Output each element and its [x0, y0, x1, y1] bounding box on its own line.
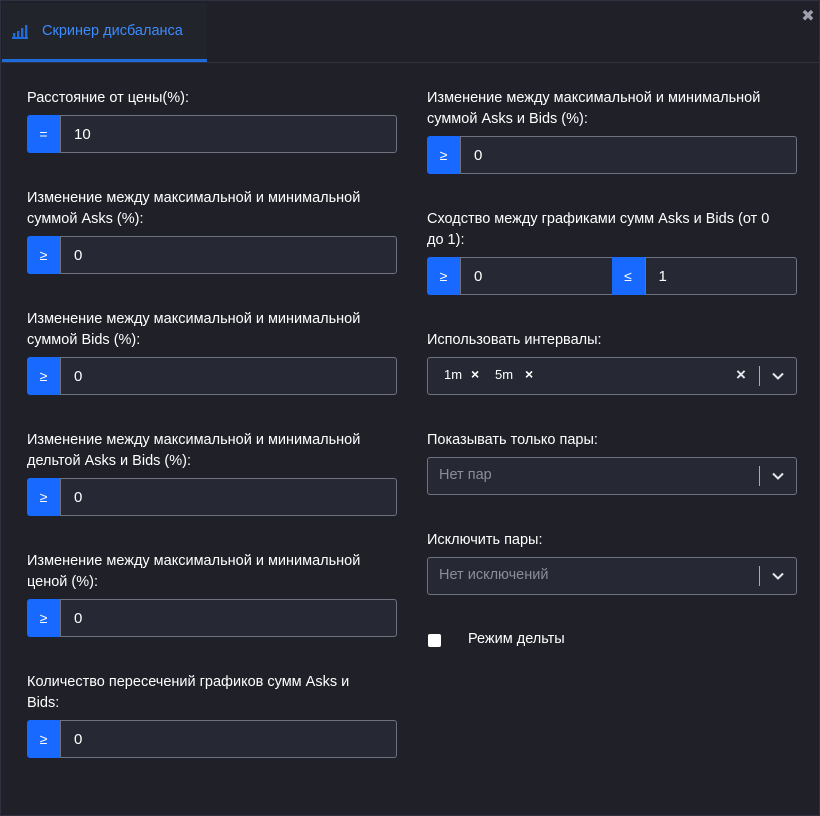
chevron-down-icon[interactable]: [771, 569, 785, 583]
price-change-label-line1: Изменение между максимальной и минимальн…: [27, 553, 361, 569]
tab-label: Скринер дисбаланса: [42, 23, 183, 39]
interval-chip-1m: 1m: [444, 367, 463, 382]
asks-change-field: ≥ 0: [27, 236, 397, 274]
delta-mode-checkbox[interactable]: [428, 634, 441, 647]
tab-imbalance-screener[interactable]: Скринер дисбаланса: [2, 3, 207, 62]
bids-change-label: Изменение между максимальной и минимальн…: [27, 309, 360, 351]
delta-change-label-line2: дельтой Asks и Bids (%):: [27, 453, 191, 469]
delta-change-label-line1: Изменение между максимальной и минимальн…: [27, 432, 361, 448]
crossings-label-line2: Bids:: [27, 695, 60, 711]
asks-bids-change-label-line2: суммой Asks и Bids (%):: [427, 111, 588, 127]
exclude-pairs-label: Исключить пары:: [427, 532, 543, 548]
divider: [759, 466, 760, 486]
chevron-down-icon[interactable]: [771, 469, 785, 483]
price-change-input[interactable]: 0: [60, 599, 397, 637]
exclude-pairs-select[interactable]: Нет исключений: [427, 557, 797, 595]
price-distance-field: = 10: [27, 115, 397, 153]
asks-change-input[interactable]: 0: [60, 236, 397, 274]
asks-change-label-line1: Изменение между максимальной и минимальн…: [27, 190, 361, 206]
delta-change-operator[interactable]: ≥: [27, 478, 60, 516]
only-pairs-label: Показывать только пары:: [427, 432, 598, 448]
delta-change-input[interactable]: 0: [60, 478, 397, 516]
asks-change-operator[interactable]: ≥: [27, 236, 60, 274]
similarity-label: Сходство между графиками сумм Asks и Bid…: [427, 209, 769, 251]
bids-change-field: ≥ 0: [27, 357, 397, 395]
delta-change-label: Изменение между максимальной и минимальн…: [27, 430, 360, 472]
asks-bids-change-label-line1: Изменение между максимальной и минимальн…: [427, 90, 761, 106]
bids-change-label-line2: суммой Bids (%):: [27, 332, 141, 348]
asks-change-label-line2: суммой Asks (%):: [27, 211, 144, 227]
price-distance-label: Расстояние от цены(%):: [27, 90, 189, 106]
delta-mode-label: Режим дельты: [468, 631, 565, 647]
exclude-pairs-placeholder: Нет исключений: [439, 567, 549, 583]
intervals-multiselect[interactable]: 1m × 5m × ×: [427, 357, 797, 395]
asks-bids-change-field: ≥ 0: [427, 136, 797, 174]
price-change-label-line2: ценой (%):: [27, 574, 98, 590]
crossings-operator[interactable]: ≥: [27, 720, 60, 758]
remove-1m-icon[interactable]: ×: [471, 366, 479, 382]
bids-change-operator[interactable]: ≥: [27, 357, 60, 395]
divider: [759, 366, 760, 386]
crossings-label-line1: Количество пересечений графиков сумм Ask…: [27, 674, 350, 690]
interval-chip-5m: 5m: [495, 367, 514, 382]
crossings-input[interactable]: 0: [60, 720, 397, 758]
asks-bids-change-label: Изменение между максимальной и минимальн…: [427, 88, 760, 130]
intervals-label: Использовать интервалы:: [427, 332, 602, 348]
similarity-max-operator[interactable]: ≤: [611, 257, 645, 295]
only-pairs-placeholder: Нет пар: [439, 467, 492, 483]
crossings-label: Количество пересечений графиков сумм Ask…: [27, 672, 349, 714]
asks-change-label: Изменение между максимальной и минимальн…: [27, 188, 360, 230]
asks-bids-change-input[interactable]: 0: [460, 136, 797, 174]
delta-change-field: ≥ 0: [27, 478, 397, 516]
bar-chart-icon: [12, 25, 28, 39]
similarity-min-input[interactable]: 0: [460, 257, 612, 295]
similarity-label-line1: Сходство между графиками сумм Asks и Bid…: [427, 211, 770, 227]
only-pairs-select[interactable]: Нет пар: [427, 457, 797, 495]
chevron-down-icon[interactable]: [771, 369, 785, 383]
bids-change-label-line1: Изменение между максимальной и минимальн…: [27, 311, 361, 327]
price-distance-input[interactable]: 10: [60, 115, 397, 153]
similarity-field: ≥ 0 ≤ 1: [427, 257, 797, 295]
asks-bids-change-operator[interactable]: ≥: [427, 136, 460, 174]
screener-window: Скринер дисбаланса ✖ Расстояние от цены(…: [0, 0, 820, 816]
crossings-field: ≥ 0: [27, 720, 397, 758]
similarity-min-operator[interactable]: ≥: [427, 257, 460, 295]
close-icon[interactable]: ✖: [800, 9, 816, 25]
similarity-label-line2: до 1):: [427, 232, 465, 248]
price-distance-operator[interactable]: =: [27, 115, 60, 153]
price-change-field: ≥ 0: [27, 599, 397, 637]
header: Скринер дисбаланса ✖: [1, 1, 820, 63]
price-change-operator[interactable]: ≥: [27, 599, 60, 637]
remove-5m-icon[interactable]: ×: [525, 366, 533, 382]
price-change-label: Изменение между максимальной и минимальн…: [27, 551, 360, 593]
bids-change-input[interactable]: 0: [60, 357, 397, 395]
divider: [759, 566, 760, 586]
clear-icon[interactable]: ×: [736, 365, 746, 385]
similarity-max-input[interactable]: 1: [644, 257, 797, 295]
